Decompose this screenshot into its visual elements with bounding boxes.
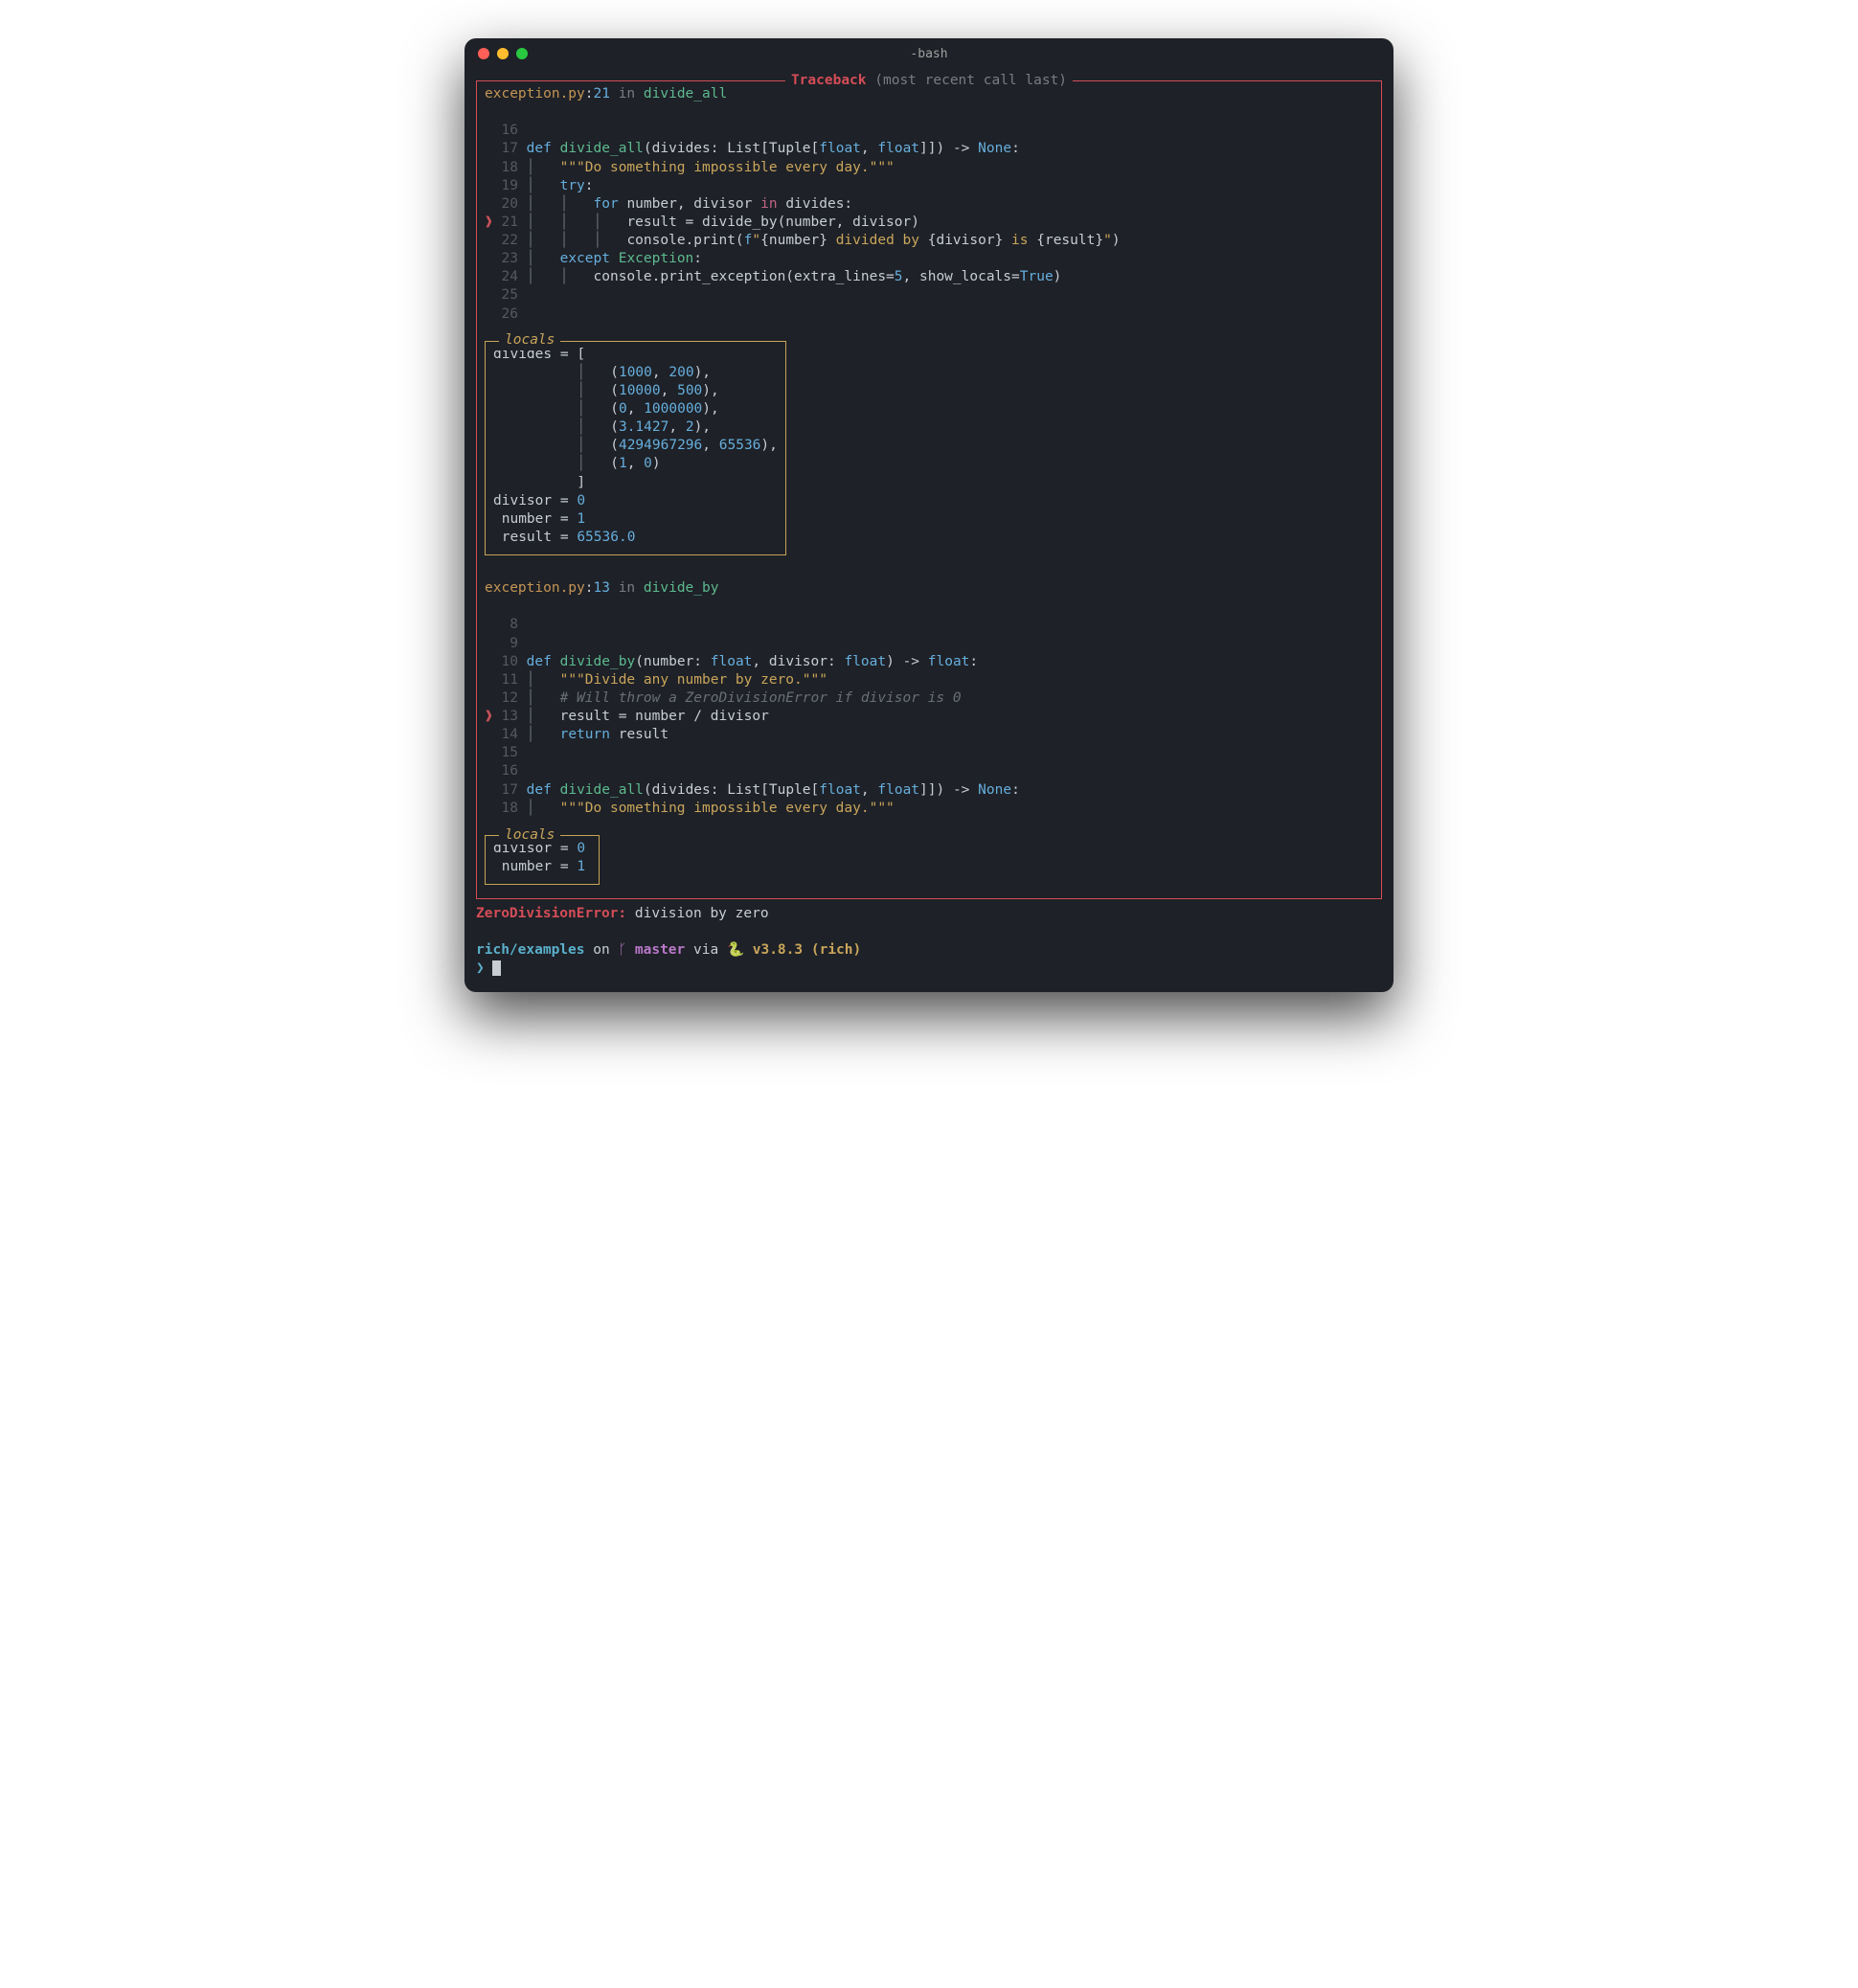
code-line: 26 [485,305,1373,324]
code-line: 22 │ │ │ console.print(f"{number} divide… [485,232,1373,250]
locals-row: │ (0, 1000000), [493,400,778,418]
code-line: 17 def divide_all(divides: List[Tuple[fl… [485,140,1373,158]
code-line: 24 │ │ console.print_exception(extra_lin… [485,268,1373,286]
window-controls [478,48,528,59]
code-line: 12 │ # Will throw a ZeroDivisionError if… [485,689,1373,708]
cursor-icon [492,960,501,976]
git-branch-icon: ᚴ [618,942,626,958]
prompt-line: rich/examples on ᚴ master via 🐍 v3.8.3 (… [476,941,1382,960]
locals-panel: localsdivisor = 0 number = 1 [485,835,600,885]
code-line: 14 │ return result [485,726,1373,744]
python-icon: 🐍 [727,942,744,958]
locals-title: locals [499,331,560,350]
code-line: 18 │ """Do something impossible every da… [485,800,1373,818]
locals-title: locals [499,826,560,845]
locals-row: │ (10000, 500), [493,382,778,400]
code-line: 9 [485,635,1373,653]
traceback-title: Traceback (most recent call last) [785,72,1073,90]
code-line: ❱ 21 │ │ │ result = divide_by(number, di… [485,214,1373,232]
locals-row: │ (1000, 200), [493,364,778,382]
error-line: ZeroDivisionError: division by zero [476,905,1382,923]
code-line: 11 │ """Divide any number by zero.""" [485,671,1373,689]
window-titlebar: -bash [464,38,1394,69]
locals-row: number = 1 [493,510,778,529]
chevron-icon: ❯ [476,960,485,976]
code-line: 20 │ │ for number, divisor in divides: [485,195,1373,214]
code-line: 15 [485,744,1373,762]
maximize-icon[interactable] [516,48,528,59]
traceback-panel: Traceback (most recent call last) except… [476,80,1382,899]
code-line: 25 [485,286,1373,305]
code-line: 10 def divide_by(number: float, divisor:… [485,653,1373,671]
code-line: 8 [485,616,1373,634]
code-line: 16 [485,762,1373,780]
locals-row: number = 1 [493,858,591,876]
locals-row: │ (4294967296, 65536), [493,437,778,455]
terminal-body[interactable]: Traceback (most recent call last) except… [464,69,1394,992]
locals-panel: localsdivides = [ │ (1000, 200), │ (1000… [485,341,786,555]
locals-row: result = 65536.0 [493,529,778,547]
code-line: 18 │ """Do something impossible every da… [485,159,1373,177]
code-line: 23 │ except Exception: [485,250,1373,268]
code-line: 16 [485,122,1373,140]
locals-row: │ (3.1427, 2), [493,418,778,437]
terminal-window: -bash Traceback (most recent call last) … [464,38,1394,992]
code-line: 17 def divide_all(divides: List[Tuple[fl… [485,781,1373,800]
window-title: -bash [464,47,1394,61]
code-line: ❱ 13 │ result = number / divisor [485,708,1373,726]
locals-row: divisor = 0 [493,492,778,510]
locals-row: ] [493,474,778,492]
locals-row: │ (1, 0) [493,455,778,473]
close-icon[interactable] [478,48,489,59]
frame-header: exception.py:13 in divide_by [485,579,1373,598]
prompt-input[interactable]: ❯ [476,960,1382,978]
code-line: 19 │ try: [485,177,1373,195]
minimize-icon[interactable] [497,48,509,59]
